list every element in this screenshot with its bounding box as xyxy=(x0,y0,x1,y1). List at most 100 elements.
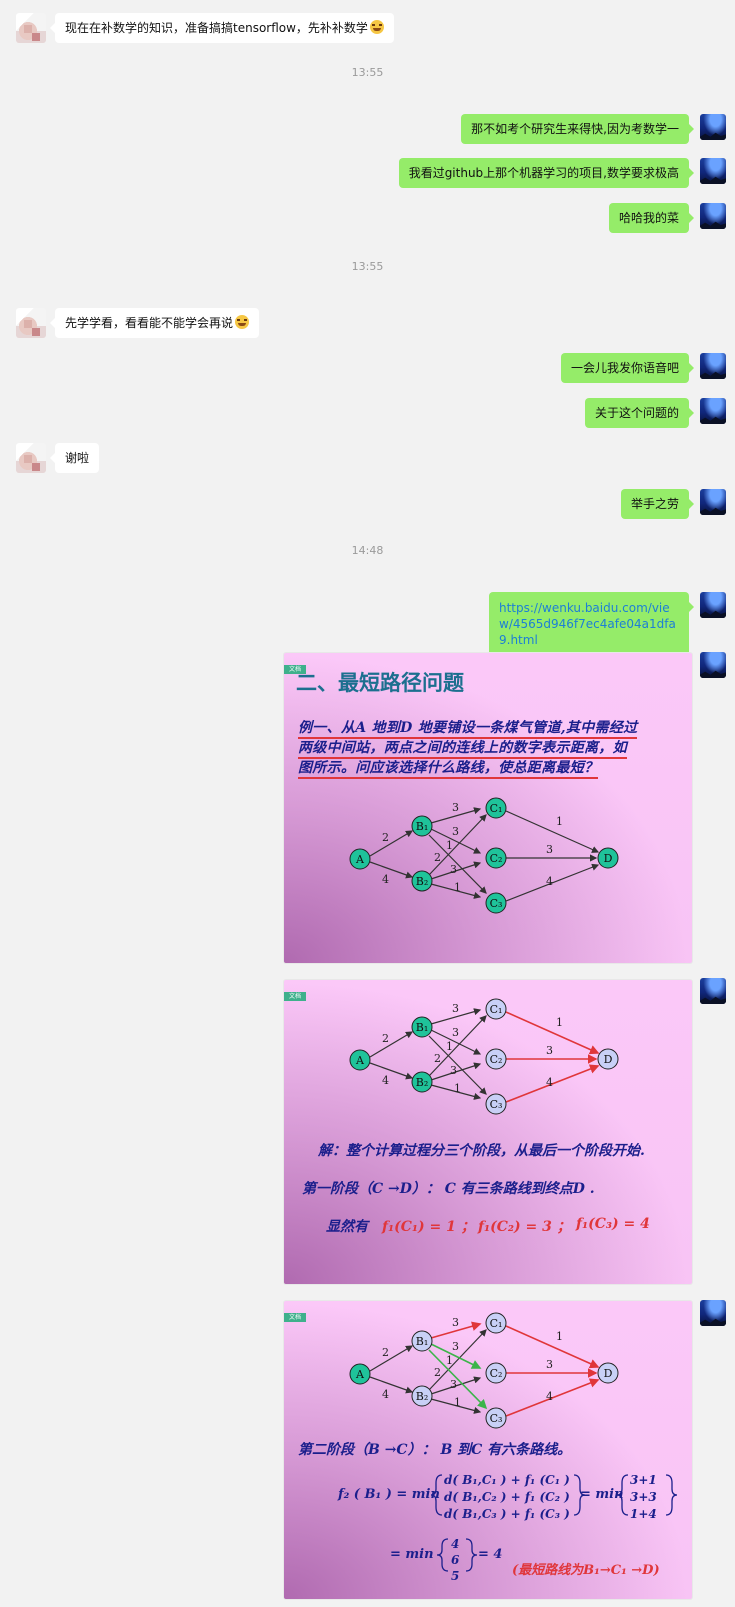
node-label: B₁ xyxy=(416,820,429,833)
edge-weight: 2 xyxy=(434,1366,441,1379)
my-avatar[interactable] xyxy=(700,489,726,515)
edge-weight: 4 xyxy=(546,1076,553,1089)
edge-weight: 2 xyxy=(382,1346,389,1359)
edge-weight: 3 xyxy=(546,843,553,856)
formula-row-2: d( B₁,C₂ ) + f₁ (C₂ ) xyxy=(444,1490,570,1504)
image-message-slide-2[interactable]: 文档 2 4 3 3 1 2 3 1 1 3 4 A B₁ B₂ C₁ C₂ C… xyxy=(284,980,692,1284)
left-brace xyxy=(436,1538,449,1572)
my-avatar[interactable] xyxy=(700,398,726,424)
edge-weight: 4 xyxy=(546,1390,553,1403)
message-bubble[interactable]: 一会儿我发你语音吧 xyxy=(560,353,695,383)
shortest-route-note: (最短路线为B₁→C₁ →D) xyxy=(512,1563,660,1578)
f1-c2: f₁(C₂) = 3 ； xyxy=(478,1219,571,1235)
my-avatar[interactable] xyxy=(700,652,726,678)
node-label: A xyxy=(355,1368,365,1381)
node-label: B₂ xyxy=(416,875,429,888)
edge-weight: 3 xyxy=(450,1378,457,1391)
my-avatar[interactable] xyxy=(700,203,726,229)
my-avatar[interactable] xyxy=(700,114,726,140)
node-label: C₃ xyxy=(490,1098,503,1111)
value-row-1: 3+1 xyxy=(630,1473,657,1487)
edge-weight: 1 xyxy=(556,815,563,828)
node-label: C₁ xyxy=(490,802,503,815)
node-label: C₂ xyxy=(490,1053,503,1066)
node-label: C₂ xyxy=(490,852,503,865)
edge-weight: 3 xyxy=(452,801,459,814)
timestamp: 13:55 xyxy=(351,66,384,79)
edge-weight: 2 xyxy=(382,831,389,844)
message-bubble[interactable]: 我看过github上那个机器学习的项目,数学要求极高 xyxy=(398,158,695,188)
edge-weight: 1 xyxy=(446,839,453,852)
message-bubble[interactable]: 现在在补数学的知识，准备搞搞tensorflow，先补补数学 xyxy=(50,13,394,43)
edge-weight: 1 xyxy=(454,881,461,894)
min-value-1: 4 xyxy=(451,1537,460,1551)
node-label: A xyxy=(355,853,365,866)
edge-weight: 1 xyxy=(556,1016,563,1029)
edge-weight: 3 xyxy=(546,1358,553,1371)
eq-min-2: = min xyxy=(390,1547,434,1562)
message-bubble[interactable]: 关于这个问题的 xyxy=(584,398,695,428)
edge-weight: 1 xyxy=(446,1040,453,1053)
my-avatar[interactable] xyxy=(700,978,726,1004)
edge-weight: 1 xyxy=(446,1354,453,1367)
node-label: B₁ xyxy=(416,1335,429,1348)
edge-weight: 1 xyxy=(556,1330,563,1343)
contact-avatar[interactable] xyxy=(16,13,46,43)
message-text: 先学学看，看看能不能学会再说 xyxy=(65,316,234,330)
f1-c1: f₁(C₁) = 1 ； xyxy=(382,1219,475,1235)
message-bubble[interactable]: 举手之劳 xyxy=(620,489,695,519)
graph-diagram-2: 2 4 3 3 1 2 3 1 1 3 4 A B₁ B₂ C₁ C₂ C₃ D xyxy=(349,998,619,1115)
message-text: 现在在补数学的知识，准备搞搞tensorflow，先补补数学 xyxy=(65,21,368,35)
message-text: 关于这个问题的 xyxy=(594,406,679,420)
min-value-2: 6 xyxy=(451,1553,460,1567)
obvious-label: 显然有 xyxy=(326,1219,368,1235)
node-label: D xyxy=(604,852,613,865)
edge-weight: 2 xyxy=(434,851,441,864)
my-avatar[interactable] xyxy=(700,353,726,379)
link-text[interactable]: https://wenku.baidu.com/view/4565d946f7e… xyxy=(499,601,676,647)
edge-weight: 4 xyxy=(382,1074,389,1087)
edge-weight: 3 xyxy=(450,863,457,876)
node-label: B₁ xyxy=(416,1021,429,1034)
f1-c3: f₁(C₃) = 4 xyxy=(576,1216,650,1232)
message-bubble[interactable]: 哈哈我的菜 xyxy=(608,203,695,233)
message-text: 举手之劳 xyxy=(630,497,679,511)
laughing-emoji-icon xyxy=(369,20,384,34)
node-label: D xyxy=(604,1367,613,1380)
message-bubble[interactable]: 那不如考个研究生来得快,因为考数学一 xyxy=(461,114,694,144)
message-bubble[interactable]: 先学学看，看看能不能学会再说 xyxy=(49,308,260,338)
message-text: 我看过github上那个机器学习的项目,数学要求极高 xyxy=(408,166,679,180)
right-brace xyxy=(465,1538,478,1572)
edge-weight: 3 xyxy=(546,1044,553,1057)
edge-weight: 2 xyxy=(382,1032,389,1045)
my-avatar[interactable] xyxy=(700,158,726,184)
message-text: 哈哈我的菜 xyxy=(618,211,679,225)
node-label: C₁ xyxy=(490,1003,503,1016)
message-bubble[interactable]: 谢啦 xyxy=(49,443,100,473)
graph-diagram-1: 2 4 3 3 1 2 3 1 1 3 4 A B₁ B₂ C₁ C₂ C₃ D xyxy=(349,797,619,914)
formula-row-1: d( B₁,C₁ ) + f₁ (C₁ ) xyxy=(444,1473,570,1487)
right-brace xyxy=(665,1474,678,1516)
my-avatar[interactable] xyxy=(700,1300,726,1326)
stage2-text: 第二阶段（B →C）： B 到C 有六条路线。 xyxy=(298,1442,572,1458)
my-avatar[interactable] xyxy=(700,592,726,618)
node-label: C₁ xyxy=(490,1317,503,1330)
edge-weight: 3 xyxy=(452,1316,459,1329)
contact-avatar[interactable] xyxy=(16,308,46,338)
edge-weight: 2 xyxy=(434,1052,441,1065)
edge-weight: 4 xyxy=(382,1388,389,1401)
image-message-slide-1[interactable]: 文档 二、最短路径问题 例一、从A 地到D 地要铺设一条煤气管道,其中需经过 两… xyxy=(284,653,692,963)
eq-min-1: = min xyxy=(580,1487,624,1502)
contact-avatar[interactable] xyxy=(16,443,46,473)
image-message-slide-3[interactable]: 文档 2 4 3 3 1 2 3 1 1 3 4 A B₁ B₂ C₁ C₂ C… xyxy=(284,1301,692,1599)
edge-weight: 3 xyxy=(452,1340,459,1353)
node-label: B₂ xyxy=(416,1076,429,1089)
edge-weight: 4 xyxy=(546,875,553,888)
edge-weight: 3 xyxy=(452,825,459,838)
link-bubble[interactable]: https://wenku.baidu.com/view/4565d946f7e… xyxy=(489,592,694,656)
result-value: = 4 xyxy=(478,1547,503,1562)
edge-weight: 1 xyxy=(454,1396,461,1409)
f2-lhs: f₂ ( B₁ ) = min xyxy=(338,1487,440,1502)
edge-weight: 3 xyxy=(450,1064,457,1077)
node-label: A xyxy=(355,1054,365,1067)
